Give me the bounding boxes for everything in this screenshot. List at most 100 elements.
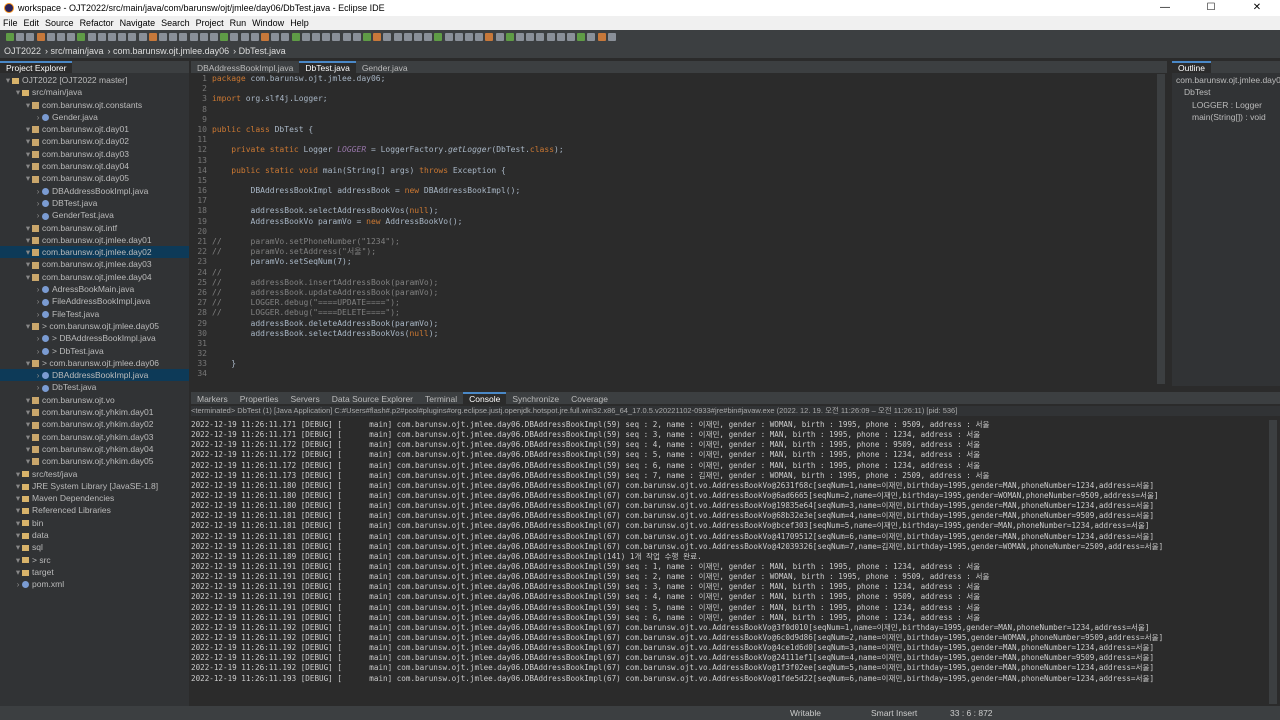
tree-item[interactable]: › > DbTest.java	[0, 345, 189, 357]
toolbar-button-icon[interactable]	[505, 33, 514, 41]
tree-item[interactable]: ▾ com.barunsw.ojt.day05	[0, 172, 189, 184]
toolbar-button-icon[interactable]	[77, 33, 86, 41]
toolbar-button-icon[interactable]	[607, 33, 616, 41]
editor-tab[interactable]: DBAddressBookImpl.java	[191, 62, 299, 73]
toolbar-button-icon[interactable]	[352, 33, 361, 41]
expand-toggle-icon[interactable]: ▾	[14, 468, 22, 480]
toolbar-button-icon[interactable]	[587, 33, 596, 41]
expand-toggle-icon[interactable]: ›	[34, 369, 42, 381]
tree-item[interactable]: ▾ com.barunsw.ojt.day02	[0, 135, 189, 147]
tree-item[interactable]: ▾ bin	[0, 517, 189, 529]
toolbar-button-icon[interactable]	[301, 33, 310, 41]
expand-toggle-icon[interactable]: ▾	[24, 160, 32, 172]
toolbar-button-icon[interactable]	[393, 33, 402, 41]
expand-toggle-icon[interactable]: ▾	[24, 222, 32, 234]
menu-navigate[interactable]: Navigate	[117, 16, 159, 30]
expand-toggle-icon[interactable]: ›	[14, 578, 22, 590]
tree-item[interactable]: › DBAddressBookImpl.java	[0, 185, 189, 197]
toolbar-button-icon[interactable]	[281, 33, 290, 41]
tree-item[interactable]: › > DBAddressBookImpl.java	[0, 332, 189, 344]
toolbar-button-icon[interactable]	[485, 33, 494, 41]
code-area[interactable]: 1 package com.barunsw.ojt.jmlee.day06; 2 3 i…	[191, 74, 1151, 380]
outline-item[interactable]: LOGGER : Logger	[1172, 99, 1280, 111]
console-tab-synchronize[interactable]: Synchronize	[506, 393, 565, 404]
tree-item[interactable]: ▾ com.barunsw.ojt.jmlee.day03	[0, 258, 189, 270]
outline-item[interactable]: main(String[]) : void	[1172, 111, 1280, 123]
close-button[interactable]: ✕	[1234, 0, 1280, 16]
toolbar-button-icon[interactable]	[169, 33, 178, 41]
console-tab-servers[interactable]: Servers	[284, 393, 325, 404]
tree-item[interactable]: ▾ com.barunsw.ojt.yhkim.day05	[0, 455, 189, 467]
tree-item[interactable]: ▾ com.barunsw.ojt.yhkim.day04	[0, 443, 189, 455]
editor-scrollbar[interactable]	[1157, 74, 1165, 384]
toolbar-button-icon[interactable]	[495, 33, 504, 41]
expand-toggle-icon[interactable]: ▾	[14, 554, 22, 566]
toolbar-button-icon[interactable]	[26, 33, 35, 41]
toolbar-button-icon[interactable]	[454, 33, 463, 41]
toolbar-button-icon[interactable]	[148, 33, 157, 41]
toolbar-button-icon[interactable]	[291, 33, 300, 41]
toolbar-button-icon[interactable]	[138, 33, 147, 41]
tree-item[interactable]: ▾ > com.barunsw.ojt.jmlee.day06	[0, 357, 189, 369]
expand-toggle-icon[interactable]: ▾	[24, 99, 32, 111]
toolbar-button-icon[interactable]	[383, 33, 392, 41]
tree-item[interactable]: ▾ OJT2022 [OJT2022 master]	[0, 74, 189, 86]
tree-item[interactable]: ▾ com.barunsw.ojt.yhkim.day03	[0, 431, 189, 443]
toolbar-button-icon[interactable]	[240, 33, 249, 41]
breadcrumb-item[interactable]: › src/main/java	[45, 46, 104, 56]
tree-item[interactable]: ▾ > src	[0, 554, 189, 566]
expand-toggle-icon[interactable]: ▾	[24, 443, 32, 455]
console-tab-properties[interactable]: Properties	[234, 393, 285, 404]
toolbar-button-icon[interactable]	[526, 33, 535, 41]
menu-file[interactable]: File	[0, 16, 21, 30]
toolbar-button-icon[interactable]	[6, 33, 14, 41]
tree-item[interactable]: ▾ com.barunsw.ojt.day04	[0, 160, 189, 172]
toolbar-button-icon[interactable]	[567, 33, 575, 41]
tree-item[interactable]: › AdressBookMain.java	[0, 283, 189, 295]
expand-toggle-icon[interactable]: ▾	[24, 271, 32, 283]
toolbar-button-icon[interactable]	[434, 33, 443, 41]
tree-item[interactable]: ▾ src/test/java	[0, 468, 189, 480]
toolbar-button-icon[interactable]	[342, 33, 351, 41]
tree-item[interactable]: ▾ sql	[0, 541, 189, 553]
expand-toggle-icon[interactable]: ▾	[24, 320, 32, 332]
toolbar-button-icon[interactable]	[16, 33, 25, 41]
tree-item[interactable]: ▾ com.barunsw.ojt.yhkim.day02	[0, 418, 189, 430]
tree-item[interactable]: › GenderTest.java	[0, 209, 189, 221]
toolbar-button-icon[interactable]	[444, 33, 453, 41]
tree-item[interactable]: › pom.xml	[0, 578, 189, 590]
expand-toggle-icon[interactable]: ▾	[14, 492, 22, 504]
expand-toggle-icon[interactable]: ▾	[24, 406, 32, 418]
toolbar-button-icon[interactable]	[271, 33, 280, 41]
breadcrumb-item[interactable]: OJT2022	[4, 46, 41, 56]
toolbar-button-icon[interactable]	[332, 33, 341, 41]
expand-toggle-icon[interactable]: ▾	[24, 258, 32, 270]
expand-toggle-icon[interactable]: ›	[34, 209, 42, 221]
toolbar-button-icon[interactable]	[199, 33, 208, 41]
expand-toggle-icon[interactable]: ▾	[14, 86, 22, 98]
toolbar-button-icon[interactable]	[475, 33, 484, 41]
toolbar-button-icon[interactable]	[67, 33, 76, 41]
expand-toggle-icon[interactable]: ▾	[24, 455, 32, 467]
expand-toggle-icon[interactable]: ▾	[24, 234, 32, 246]
console-tab-markers[interactable]: Markers	[191, 393, 234, 404]
expand-toggle-icon[interactable]: ▾	[14, 566, 22, 578]
console-tab-data-source-explorer[interactable]: Data Source Explorer	[326, 393, 419, 404]
outline-item[interactable]: com.barunsw.ojt.jmlee.day06	[1172, 74, 1280, 86]
expand-toggle-icon[interactable]: ▾	[14, 504, 22, 516]
console-output[interactable]: 2022-12-19 11:26:11.171 [DEBUG] [ main] …	[191, 420, 1266, 684]
toolbar-button-icon[interactable]	[210, 33, 218, 41]
expand-toggle-icon[interactable]: ▾	[24, 357, 32, 369]
expand-toggle-icon[interactable]: ›	[34, 283, 42, 295]
tree-item[interactable]: ▾ com.barunsw.ojt.yhkim.day01	[0, 406, 189, 418]
minimize-button[interactable]: —	[1142, 0, 1188, 16]
console-scrollbar[interactable]	[1269, 420, 1277, 704]
toolbar-button-icon[interactable]	[179, 33, 188, 41]
menu-refactor[interactable]: Refactor	[77, 16, 117, 30]
menu-source[interactable]: Source	[42, 16, 77, 30]
toolbar-button-icon[interactable]	[189, 33, 198, 41]
toolbar-button-icon[interactable]	[597, 33, 606, 41]
toolbar-button-icon[interactable]	[373, 33, 382, 41]
expand-toggle-icon[interactable]: ▾	[24, 394, 32, 406]
toolbar-button-icon[interactable]	[312, 33, 320, 41]
